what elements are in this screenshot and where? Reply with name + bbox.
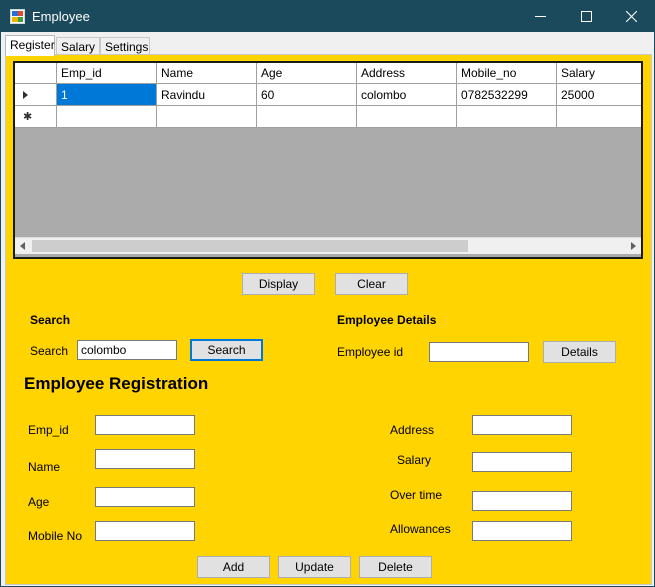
emp-id-input[interactable] [95,415,195,435]
new-cell-salary[interactable] [557,106,641,128]
new-cell-age[interactable] [257,106,357,128]
app-icon [10,9,25,24]
grid-header-row: Emp_id Name Age Address Mobile_no Salary [15,63,641,85]
display-button[interactable]: Display [242,273,315,295]
search-input[interactable]: colombo [77,340,177,360]
address-input[interactable] [472,415,572,435]
emp-id-label: Emp_id [28,423,69,437]
new-cell-mobile-no[interactable] [457,106,557,128]
employee-window: Employee Register Salary Settings Emp_id… [0,0,655,587]
close-button[interactable] [608,1,654,32]
column-header-name[interactable]: Name [157,63,257,84]
register-panel: Emp_id Name Age Address Mobile_no Salary… [5,54,652,585]
employee-id-input[interactable] [429,342,529,362]
new-cell-address[interactable] [357,106,457,128]
column-header-address[interactable]: Address [357,63,457,84]
delete-button[interactable]: Delete [359,556,432,578]
table-row[interactable]: 1 Ravindu 60 colombo 0782532299 25000 [15,84,641,106]
scroll-thumb[interactable] [32,240,468,252]
close-icon [625,10,637,23]
salary-label: Salary [397,453,432,467]
name-input[interactable] [95,449,195,469]
column-header-salary[interactable]: Salary [557,63,641,84]
cell-mobile-no[interactable]: 0782532299 [457,84,557,106]
address-label: Address [390,423,435,437]
title-bar[interactable]: Employee [1,1,654,32]
registration-heading: Employee Registration [24,374,209,393]
search-label: Search [30,344,69,358]
search-button[interactable]: Search [190,339,263,361]
row-header-new[interactable]: ✱ [15,106,57,128]
grid-corner [15,63,57,84]
add-button[interactable]: Add [197,556,270,578]
column-header-age[interactable]: Age [257,63,357,84]
clear-button[interactable]: Clear [335,273,408,295]
cell-address[interactable]: colombo [357,84,457,106]
minimize-icon [534,16,546,17]
scroll-left-icon[interactable] [20,242,25,250]
cell-salary[interactable]: 25000 [557,84,641,106]
scroll-right-icon[interactable] [631,242,636,250]
tab-salary[interactable]: Salary [56,37,100,55]
mobile-no-input[interactable] [95,521,195,541]
maximize-icon [580,11,592,22]
salary-input[interactable] [472,452,572,472]
tab-settings[interactable]: Settings [100,37,150,55]
row-header-current[interactable] [15,84,57,106]
new-cell-emp-id[interactable] [57,106,157,128]
tab-register[interactable]: Register [5,35,55,56]
new-row-icon: ✱ [23,111,33,123]
minimize-button[interactable] [517,1,563,32]
employee-id-label: Employee id [337,345,404,359]
employee-grid[interactable]: Emp_id Name Age Address Mobile_no Salary… [13,61,643,259]
horizontal-scrollbar[interactable] [15,237,641,254]
details-button[interactable]: Details [543,341,616,363]
window-title: Employee [32,9,90,24]
cell-age[interactable]: 60 [257,84,357,106]
allowances-label: Allowances [390,522,451,536]
employee-details-heading: Employee Details [337,313,437,327]
new-cell-name[interactable] [157,106,257,128]
update-button[interactable]: Update [278,556,351,578]
over-time-label: Over time [390,488,443,502]
column-header-emp-id[interactable]: Emp_id [57,63,157,84]
maximize-button[interactable] [563,1,609,32]
age-label: Age [28,495,50,509]
allowances-input[interactable] [472,521,572,541]
over-time-input[interactable] [472,491,572,511]
cell-name[interactable]: Ravindu [157,84,257,106]
new-row[interactable]: ✱ [15,106,641,128]
column-header-mobile-no[interactable]: Mobile_no [457,63,557,84]
cell-emp-id[interactable]: 1 [57,84,157,106]
current-row-icon [23,91,28,99]
age-input[interactable] [95,487,195,507]
name-label: Name [28,460,61,474]
search-heading: Search [30,313,71,327]
mobile-no-label: Mobile No [28,529,83,543]
